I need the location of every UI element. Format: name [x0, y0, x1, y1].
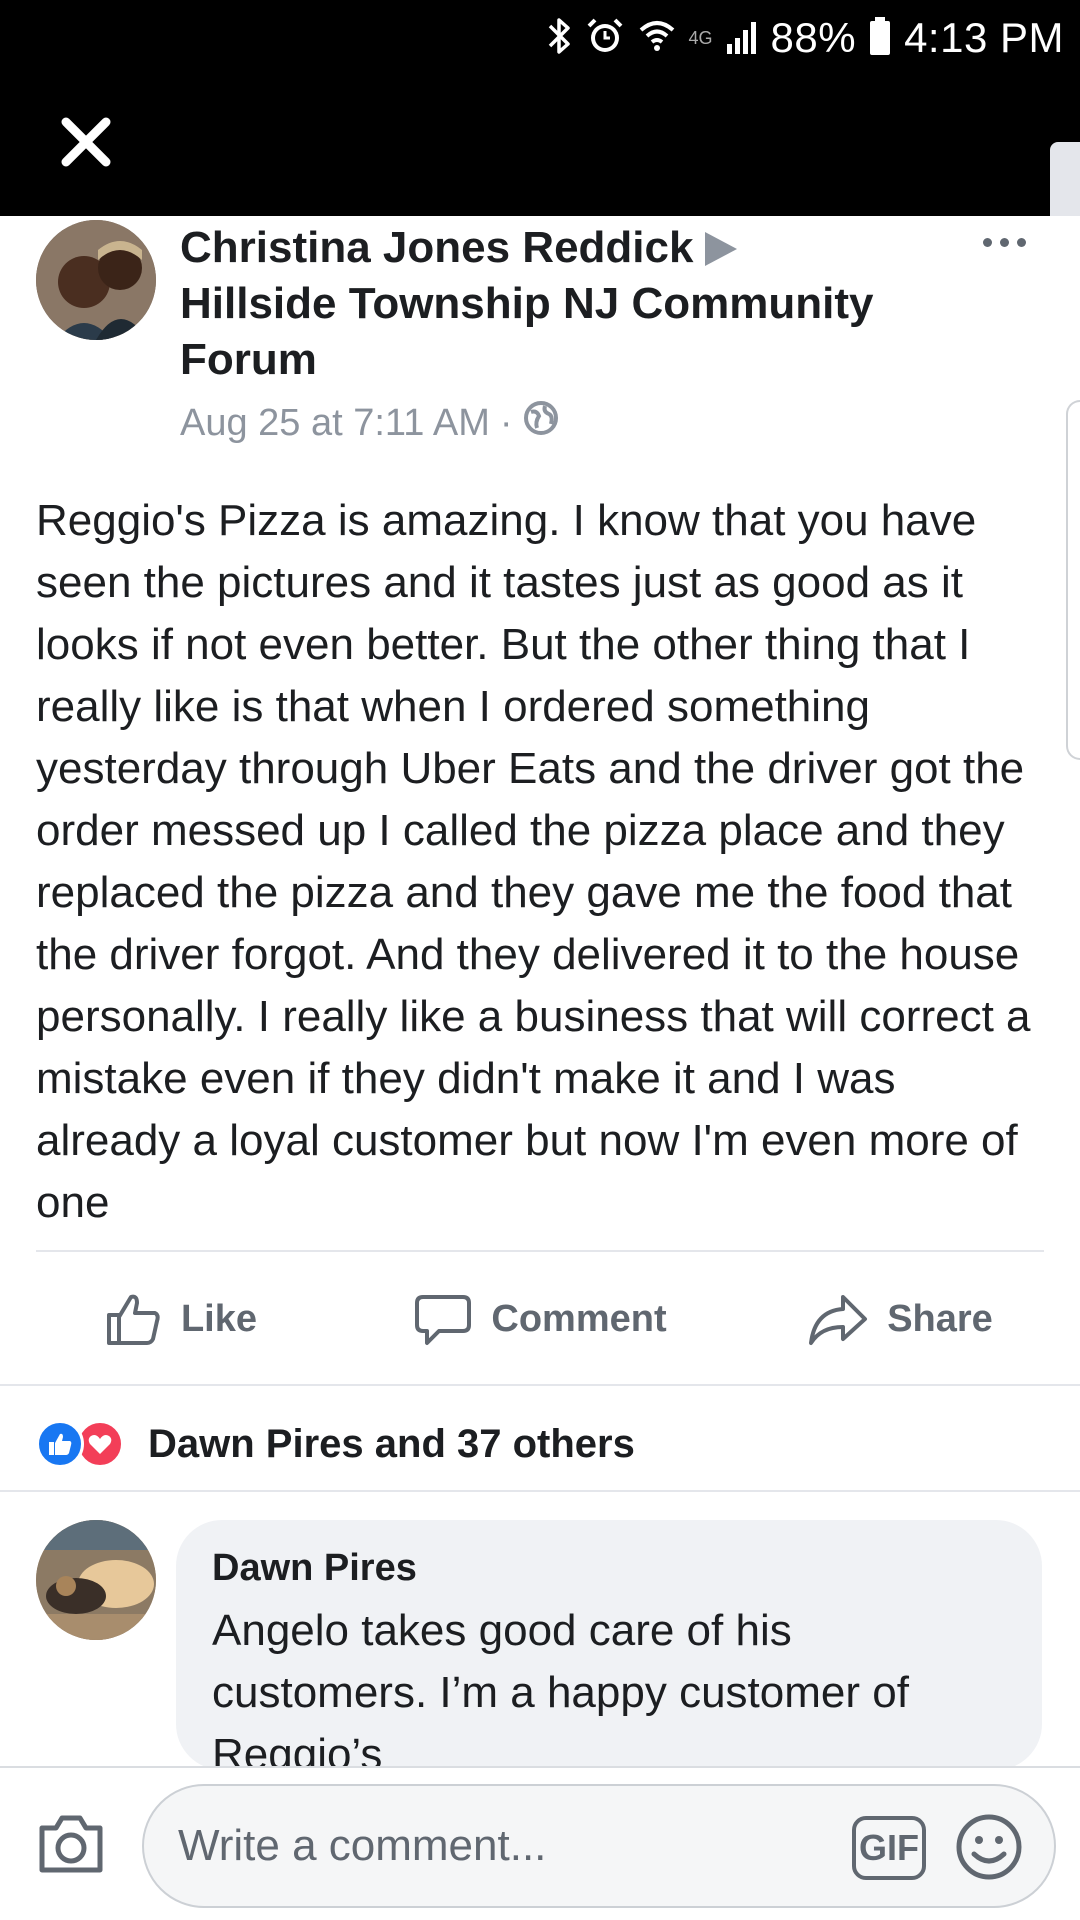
- more-options-button[interactable]: [983, 238, 1026, 247]
- like-label: Like: [180, 1297, 258, 1340]
- comment-bubble: Dawn Pires Angelo takes good care of his…: [176, 1520, 1042, 1779]
- like-button[interactable]: Like: [0, 1254, 360, 1384]
- post-actions: Like Comment Share: [0, 1254, 1080, 1384]
- post-header: Christina Jones Reddick Hillside Townshi…: [180, 220, 940, 446]
- network-type: 4G: [688, 27, 713, 48]
- top-bar: 4G 88% 4:13 PM: [0, 0, 1080, 216]
- comment-composer: Write a comment... GIF: [0, 1766, 1080, 1920]
- reactions-summary[interactable]: Dawn Pires and 37 others: [36, 1420, 635, 1468]
- thumbs-up-icon: [106, 1294, 160, 1345]
- more-dot-icon: [983, 238, 992, 247]
- close-icon: [61, 117, 111, 167]
- comment-button[interactable]: Comment: [360, 1254, 720, 1384]
- share-label: Share: [887, 1297, 993, 1340]
- signal-icon: [725, 18, 759, 59]
- comment-label: Comment: [491, 1297, 667, 1340]
- more-dot-icon: [1000, 238, 1009, 247]
- battery-icon: [868, 16, 892, 61]
- clock: 4:13 PM: [904, 14, 1064, 61]
- divider: [0, 1490, 1080, 1492]
- camera-button[interactable]: [36, 1812, 106, 1876]
- emoji-button[interactable]: [954, 1812, 1024, 1882]
- divider: [36, 1250, 1044, 1252]
- meta-separator: ·: [499, 401, 513, 444]
- comment-input[interactable]: Write a comment... GIF: [142, 1784, 1056, 1908]
- group-name[interactable]: Hillside Township NJ Community Forum: [180, 279, 873, 384]
- emoji-icon: [956, 1814, 1022, 1880]
- commenter-avatar[interactable]: [36, 1520, 156, 1640]
- like-reaction-icon: [36, 1420, 84, 1468]
- reaction-icons: [36, 1420, 136, 1468]
- gif-button[interactable]: GIF: [852, 1816, 926, 1880]
- wifi-icon: [637, 16, 677, 61]
- side-handle: [1066, 400, 1080, 760]
- battery-percent: 88%: [770, 14, 857, 61]
- share-icon: [809, 1295, 868, 1345]
- comment-text: Angelo takes good care of his customers.…: [212, 1606, 909, 1779]
- close-button[interactable]: [56, 112, 116, 172]
- post-meta: Aug 25 at 7:11 AM ·: [180, 400, 940, 446]
- author-name[interactable]: Christina Jones Reddick: [180, 223, 693, 272]
- comment-icon: [415, 1295, 472, 1345]
- comment-placeholder: Write a comment...: [178, 1821, 547, 1870]
- camera-icon: [39, 1815, 103, 1873]
- author-avatar[interactable]: [36, 220, 156, 340]
- status-bar: 4G 88% 4:13 PM: [547, 12, 1065, 64]
- post-body: Reggio's Pizza is amazing. I know that y…: [36, 496, 1031, 1227]
- share-button[interactable]: Share: [720, 1254, 1080, 1384]
- arrow-right-icon: [705, 232, 738, 266]
- comment-author[interactable]: Dawn Pires: [212, 1544, 1006, 1592]
- post-timestamp[interactable]: Aug 25 at 7:11 AM: [180, 402, 490, 445]
- divider: [0, 1384, 1080, 1386]
- globe-icon: [523, 400, 559, 446]
- scroll-tab: [1050, 142, 1080, 216]
- bluetooth-icon: [547, 16, 573, 61]
- more-dot-icon: [1017, 238, 1026, 247]
- alarm-icon: [585, 16, 625, 61]
- reactions-text: Dawn Pires and 37 others: [148, 1421, 635, 1466]
- post-title: Christina Jones Reddick Hillside Townshi…: [180, 220, 940, 388]
